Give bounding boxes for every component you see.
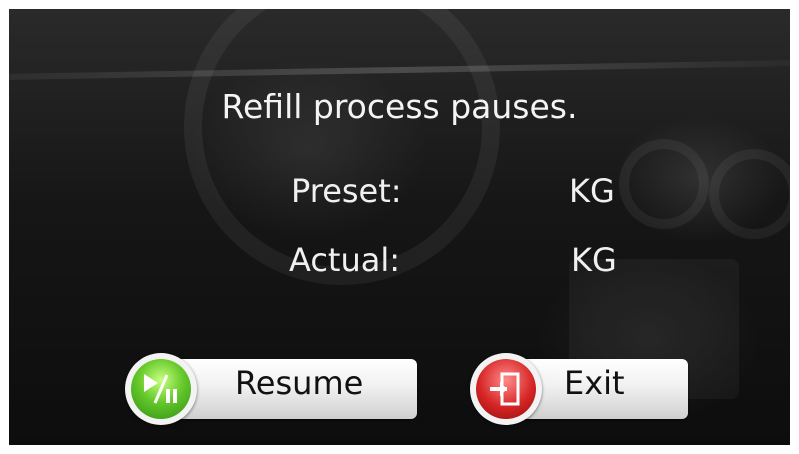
exit-door-icon bbox=[476, 359, 536, 419]
actual-unit: KG bbox=[571, 241, 617, 279]
play-pause-icon bbox=[131, 359, 191, 419]
preset-label: Preset: bbox=[291, 172, 402, 210]
background-air-vent bbox=[619, 139, 709, 229]
status-message: Refill process pauses. bbox=[221, 87, 578, 126]
resume-button[interactable]: Resume bbox=[125, 353, 417, 431]
refill-pause-screen: Refill process pauses. Preset: KG Actual… bbox=[9, 9, 790, 445]
background-air-vent bbox=[709, 149, 790, 239]
preset-unit: KG bbox=[569, 172, 615, 210]
resume-icon-badge bbox=[125, 353, 197, 425]
exit-button[interactable]: Exit bbox=[470, 353, 690, 431]
exit-icon-badge bbox=[470, 353, 542, 425]
actual-label: Actual: bbox=[289, 241, 401, 279]
exit-button-label: Exit bbox=[564, 364, 625, 402]
resume-button-label: Resume bbox=[235, 364, 364, 402]
